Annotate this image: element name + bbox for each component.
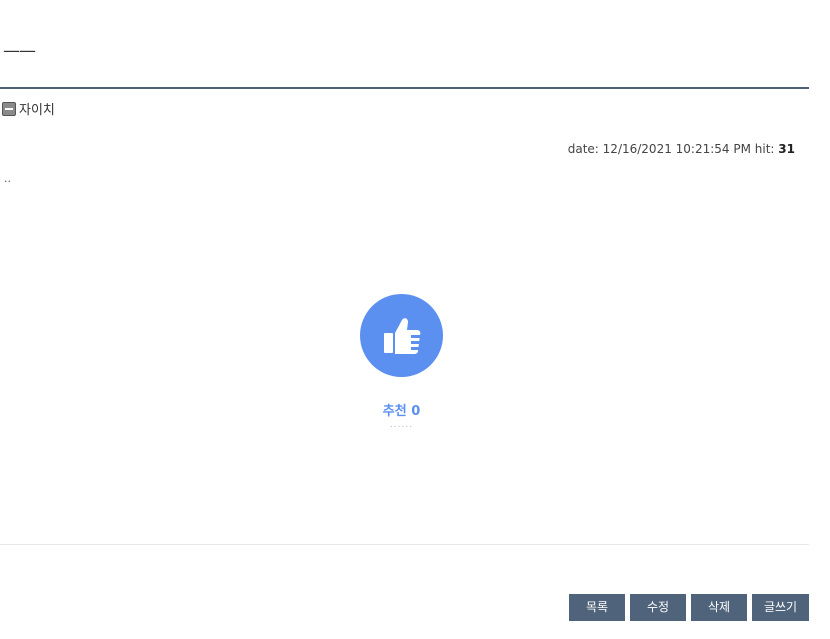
title-divider xyxy=(0,87,809,89)
like-dots: ...... xyxy=(389,420,414,430)
post-content: .. xyxy=(4,172,11,185)
post-meta: date: 12/16/2021 10:21:54 PM hit: 31 xyxy=(568,142,795,156)
thumbs-up-icon xyxy=(383,317,421,354)
hit-label: hit: xyxy=(754,142,775,156)
post-date: 12/16/2021 10:21:54 PM xyxy=(602,142,751,156)
hit-count: 31 xyxy=(778,142,795,156)
like-count: 추천 0 xyxy=(382,404,421,419)
list-button[interactable]: 목록 xyxy=(569,594,625,621)
date-label: date: xyxy=(567,142,599,156)
delete-button[interactable]: 삭제 xyxy=(691,594,747,621)
action-buttons: 목록 수정 삭제 글쓰기 xyxy=(569,594,809,621)
write-button[interactable]: 글쓰기 xyxy=(752,594,809,621)
post-title: —— xyxy=(3,41,36,61)
author-name[interactable]: 자이치 xyxy=(19,99,55,118)
member-icon xyxy=(2,101,16,116)
post-author[interactable]: 자이치 xyxy=(2,99,55,118)
edit-button[interactable]: 수정 xyxy=(630,594,686,621)
like-button[interactable] xyxy=(360,294,443,377)
content-divider xyxy=(0,544,809,545)
